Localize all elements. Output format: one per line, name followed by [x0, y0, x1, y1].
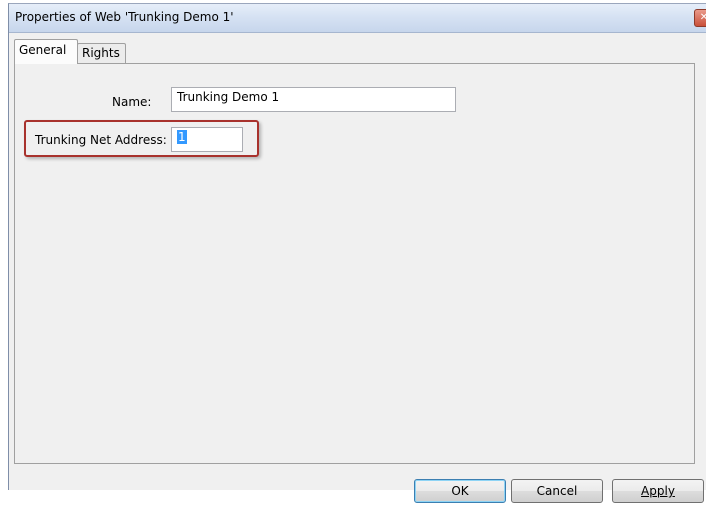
tab-general[interactable]: General — [14, 39, 78, 64]
window-title: Properties of Web 'Trunking Demo 1' — [15, 10, 234, 24]
apply-button[interactable]: Apply — [612, 479, 704, 503]
name-label: Name: — [112, 95, 152, 109]
ok-button[interactable]: OK — [414, 479, 506, 503]
tab-rights[interactable]: Rights — [77, 43, 126, 64]
cancel-button[interactable]: Cancel — [511, 479, 603, 503]
trunking-net-address-label: Trunking Net Address: — [35, 133, 167, 147]
selected-text: 1 — [177, 130, 187, 144]
close-icon[interactable]: ✕ — [694, 9, 706, 27]
name-input[interactable]: Trunking Demo 1 — [171, 87, 456, 112]
title-bar[interactable]: Properties of Web 'Trunking Demo 1' ✕ — [9, 4, 706, 33]
apply-button-label: Apply — [641, 484, 675, 498]
trunking-net-address-input[interactable]: 1 — [171, 127, 243, 152]
